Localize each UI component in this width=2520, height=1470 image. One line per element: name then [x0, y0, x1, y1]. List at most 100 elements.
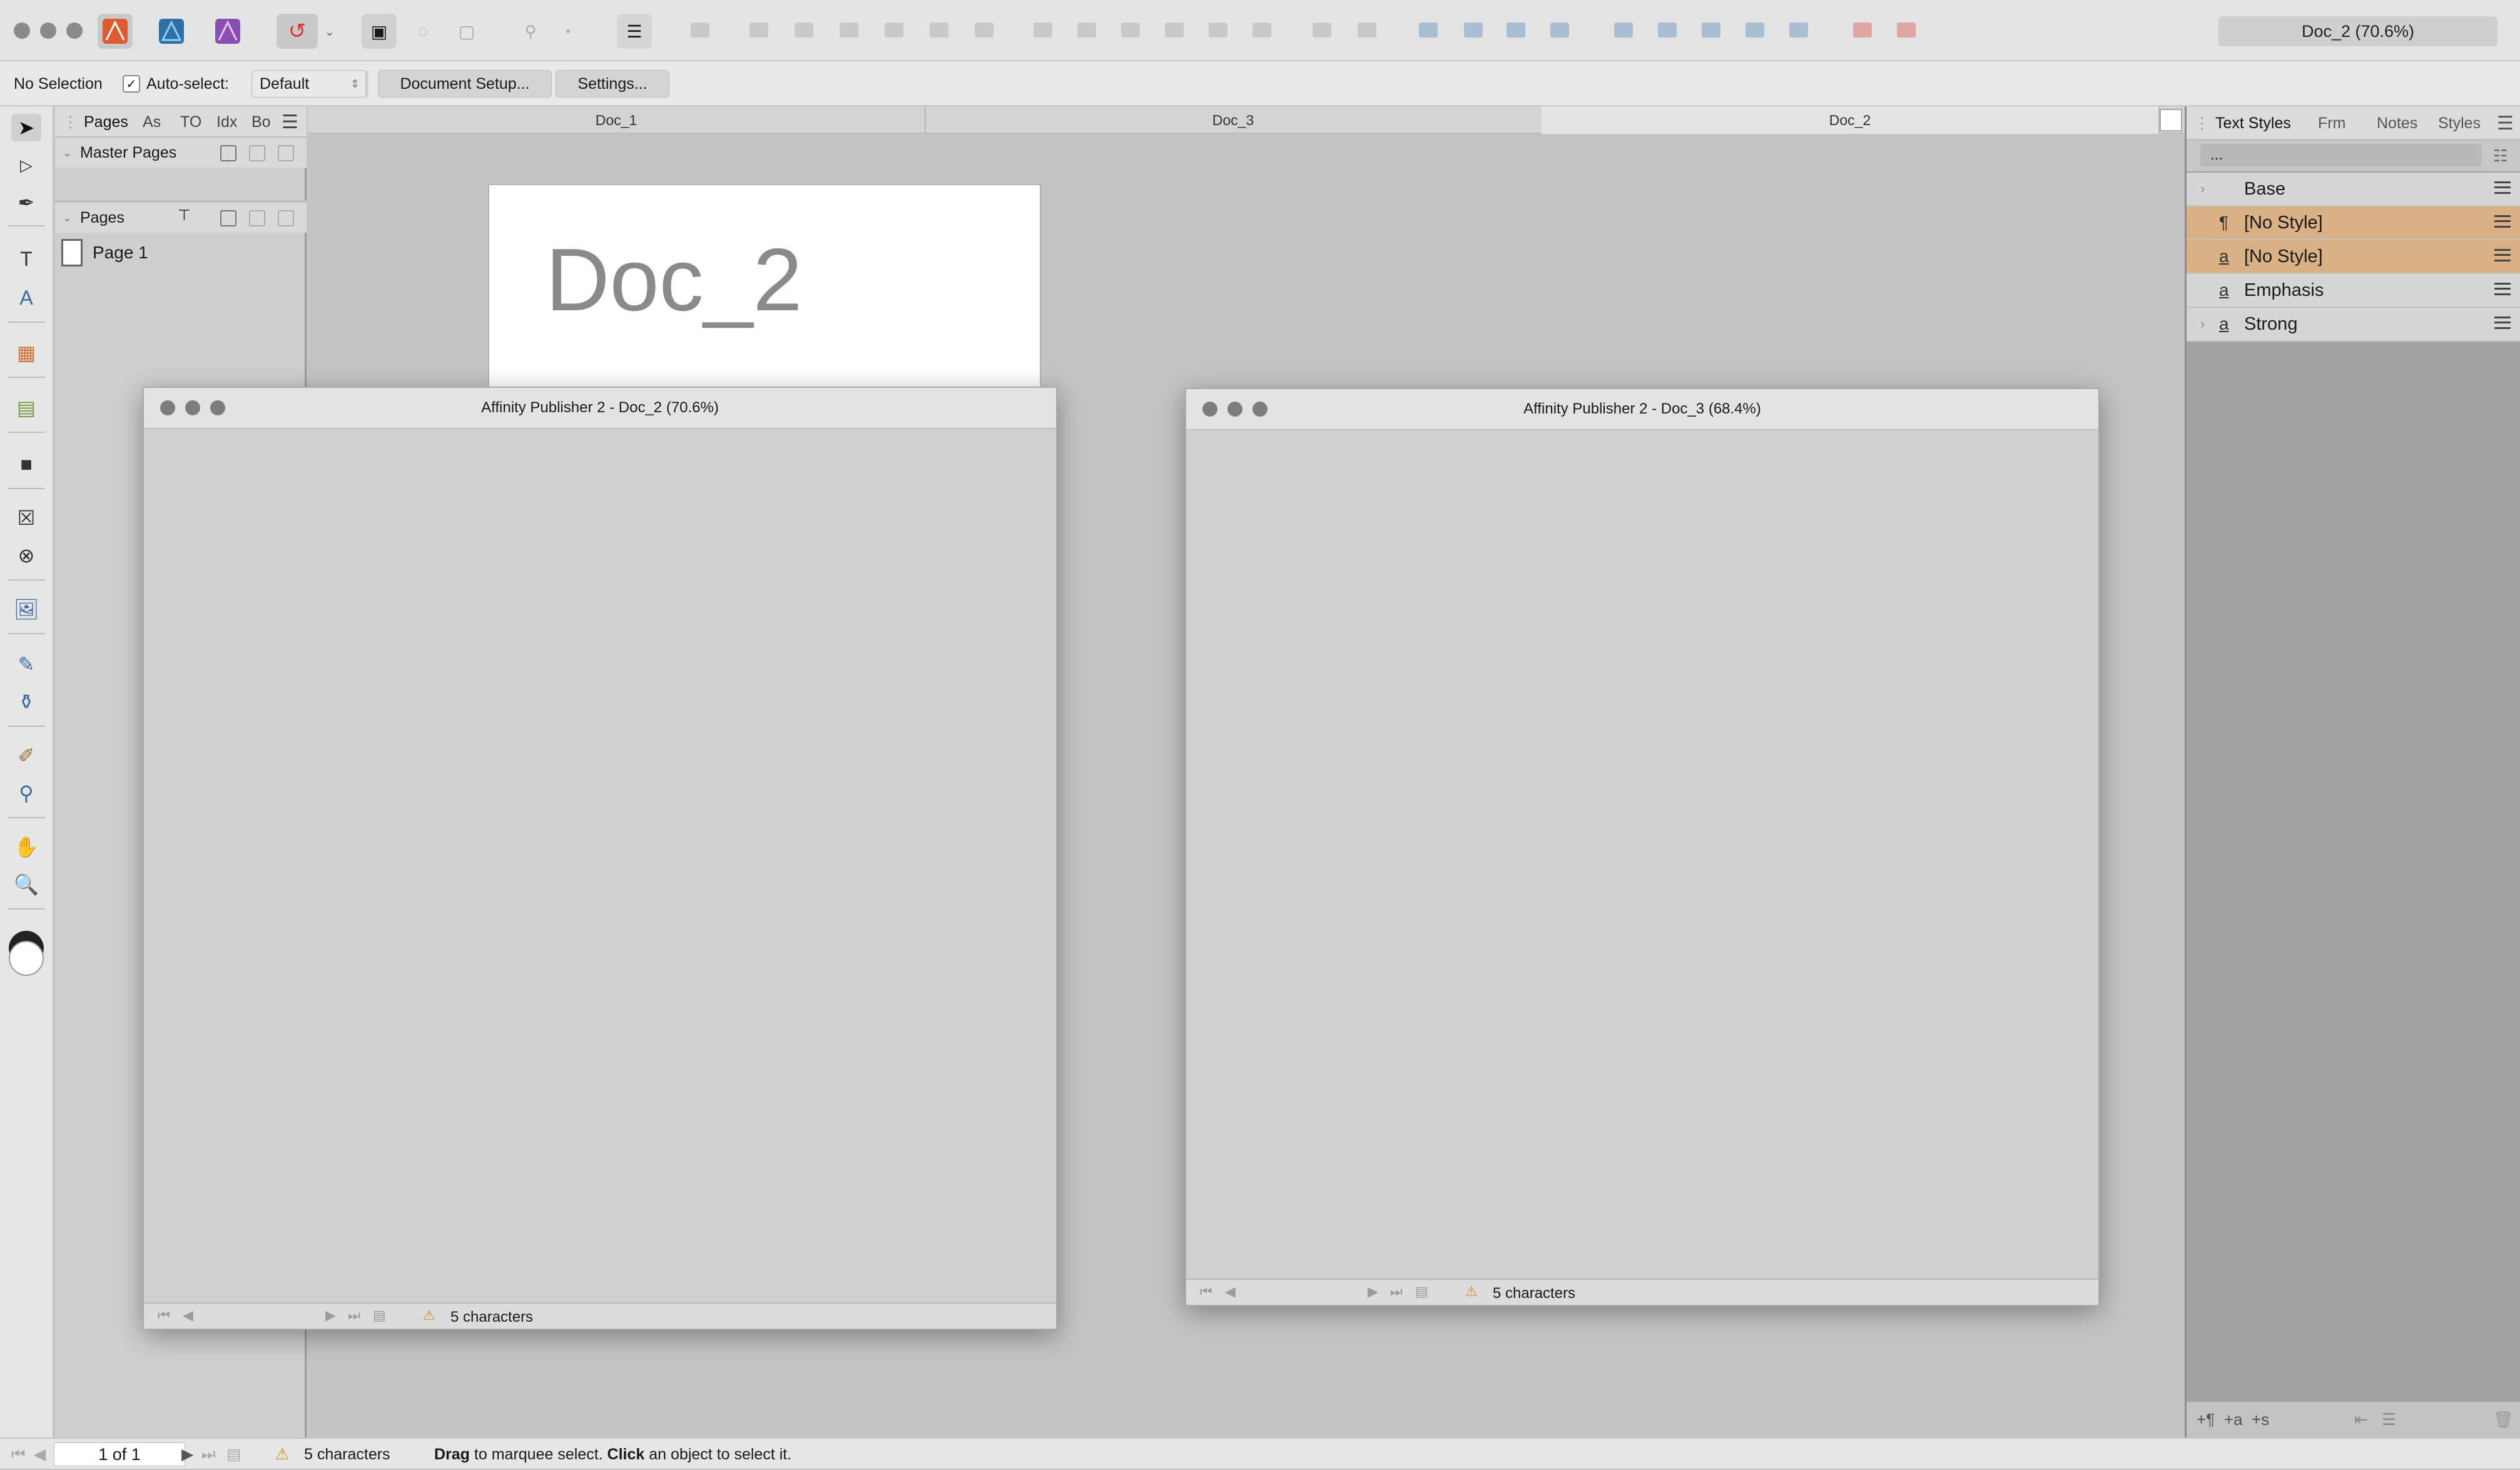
first-page-icon[interactable]: ⏮: [1200, 1284, 1212, 1300]
text-warning-icon[interactable]: ⚠: [1465, 1284, 1478, 1300]
view-tool-icon[interactable]: ✋: [11, 833, 41, 861]
add-master-icon[interactable]: [220, 145, 236, 161]
page-item[interactable]: Page 1: [61, 235, 299, 266]
boolean-xor-icon[interactable]: [1745, 23, 1764, 38]
align-left-icon[interactable]: [749, 23, 768, 38]
text-frame-icon[interactable]: ☰: [617, 14, 652, 49]
distribute-h-icon[interactable]: [1077, 23, 1096, 38]
style-row-no-style-character[interactable]: a [No Style]: [2187, 240, 2520, 274]
snapping-icon[interactable]: ◌: [405, 14, 440, 49]
style-row-no-style-paragraph[interactable]: ¶ [No Style]: [2187, 206, 2520, 240]
align-right-icon[interactable]: [840, 23, 858, 38]
grip-icon[interactable]: ⋮: [2194, 106, 2210, 140]
ungroup-icon[interactable]: [1897, 23, 1916, 38]
boolean-subtract-icon[interactable]: [1658, 23, 1677, 38]
chevron-right-icon[interactable]: ›: [2200, 181, 2205, 197]
document-setup-button[interactable]: Document Setup...: [378, 70, 552, 98]
text-warning-icon[interactable]: ⚠: [275, 1439, 289, 1470]
undo-history-icon[interactable]: ↺: [277, 14, 318, 49]
photo-persona-icon[interactable]: [210, 14, 245, 49]
rotate-left-icon[interactable]: [1506, 23, 1525, 38]
page-options-icon[interactable]: ▤: [226, 1439, 241, 1470]
window-titlebar[interactable]: Affinity Publisher 2 - Doc_3 (68.4%): [1186, 389, 2098, 430]
next-page-icon[interactable]: ▶: [325, 1307, 336, 1324]
last-page-icon[interactable]: ⏭: [201, 1439, 216, 1470]
boolean-add-icon[interactable]: [1614, 23, 1633, 38]
transparency-tool-icon[interactable]: ⚱: [11, 688, 41, 716]
new-group-style-icon[interactable]: +s: [2252, 1410, 2269, 1429]
page-indicator[interactable]: 1 of 1: [54, 1442, 185, 1466]
chevron-down-icon[interactable]: ⌄: [63, 211, 72, 225]
brush-tool-icon[interactable]: ✐: [11, 742, 41, 769]
next-page-icon[interactable]: ▶: [181, 1439, 193, 1470]
tab-frame[interactable]: Frm: [2318, 106, 2345, 140]
boolean-intersect-icon[interactable]: [1702, 23, 1720, 38]
space-h-icon[interactable]: [1209, 23, 1227, 38]
styles-filter-input[interactable]: ...: [2200, 144, 2482, 166]
zoom-window-button[interactable]: [210, 400, 225, 415]
panel-menu-icon[interactable]: ☰: [2497, 106, 2514, 140]
document-window-doc2[interactable]: Affinity Publisher 2 - Doc_2 (70.6%) ⏮ ◀…: [143, 387, 1057, 1330]
minimize-window-button[interactable]: [185, 400, 200, 415]
distribute-v-icon[interactable]: [1121, 23, 1140, 38]
style-menu-icon[interactable]: [2494, 181, 2511, 194]
fill-color-icon[interactable]: [9, 941, 44, 976]
rotate-right-icon[interactable]: [1550, 23, 1569, 38]
align-center-icon[interactable]: [795, 23, 813, 38]
new-paragraph-style-icon[interactable]: +¶: [2197, 1410, 2215, 1429]
style-menu-icon[interactable]: [2494, 317, 2511, 329]
grip-icon[interactable]: ⋮: [63, 106, 78, 138]
distribute-icon[interactable]: [1034, 23, 1052, 38]
pages-header[interactable]: ⌄ Pages ⊤: [55, 203, 307, 233]
page-options-icon[interactable]: ▤: [373, 1307, 386, 1324]
tab-doc-1[interactable]: Doc_1: [308, 106, 926, 134]
space-v-icon[interactable]: [1252, 23, 1271, 38]
style-row-base[interactable]: › Base: [2187, 173, 2520, 206]
ellipse-frame-tool-icon[interactable]: ⊗: [11, 542, 41, 569]
picture-frame-tool-icon[interactable]: ▤: [11, 394, 41, 422]
tab-notes[interactable]: Notes: [2377, 106, 2417, 140]
duplicate-page-icon[interactable]: [249, 210, 265, 226]
chevron-down-icon[interactable]: ⌄: [63, 146, 72, 160]
last-page-icon[interactable]: ⏭: [348, 1307, 360, 1324]
add-page-icon[interactable]: [220, 210, 236, 226]
style-menu-icon[interactable]: [2494, 283, 2511, 295]
chevron-right-icon[interactable]: ›: [2200, 316, 2205, 332]
dot-icon[interactable]: ▪: [551, 14, 586, 49]
designer-persona-icon[interactable]: [154, 14, 189, 49]
delete-style-icon[interactable]: 🗑: [2493, 1410, 2514, 1429]
panel-menu-icon[interactable]: ☰: [282, 106, 298, 138]
next-page-icon[interactable]: ▶: [1368, 1284, 1378, 1300]
align-icon[interactable]: [691, 23, 709, 38]
view-mode-icon[interactable]: ▢: [449, 14, 484, 49]
boolean-divide-icon[interactable]: [1789, 23, 1808, 38]
tab-doc-2[interactable]: Doc_2: [1542, 106, 2160, 134]
fill-tool-icon[interactable]: ✎: [11, 651, 41, 678]
place-image-tool-icon[interactable]: 🖼: [11, 596, 41, 623]
minimize-window-button[interactable]: [40, 23, 56, 39]
document-page[interactable]: Doc_2: [488, 184, 1041, 394]
prev-page-icon[interactable]: ◀: [183, 1307, 193, 1324]
align-top-icon[interactable]: [885, 23, 903, 38]
pen-tool-icon[interactable]: ✒: [11, 189, 41, 216]
zoom-tool-icon[interactable]: 🔍: [11, 871, 41, 898]
zoom-window-button[interactable]: [1252, 402, 1268, 417]
zoom-window-button[interactable]: [66, 23, 83, 39]
delete-page-icon[interactable]: [278, 210, 294, 226]
text-warning-icon[interactable]: ⚠: [423, 1307, 435, 1324]
align-bottom-icon[interactable]: [975, 23, 993, 38]
tab-index[interactable]: Idx: [216, 106, 237, 138]
delete-master-icon[interactable]: [278, 145, 294, 161]
minimize-window-button[interactable]: [1227, 402, 1242, 417]
tab-overflow-button[interactable]: [2160, 109, 2182, 131]
master-pages-header[interactable]: ⌄ Master Pages: [55, 138, 307, 168]
frame-text-tool-icon[interactable]: T: [11, 245, 41, 273]
page-text-frame[interactable]: Doc_2: [546, 229, 802, 332]
tab-text-styles[interactable]: Text Styles: [2215, 106, 2291, 140]
tab-assets[interactable]: As: [143, 106, 161, 138]
style-row-strong[interactable]: › a Strong: [2187, 308, 2520, 342]
page-options-icon[interactable]: ▤: [1415, 1284, 1428, 1300]
preview-mode-icon[interactable]: ▣: [362, 14, 397, 49]
artistic-text-tool-icon[interactable]: A: [11, 284, 41, 312]
tab-pages[interactable]: Pages: [84, 106, 128, 138]
